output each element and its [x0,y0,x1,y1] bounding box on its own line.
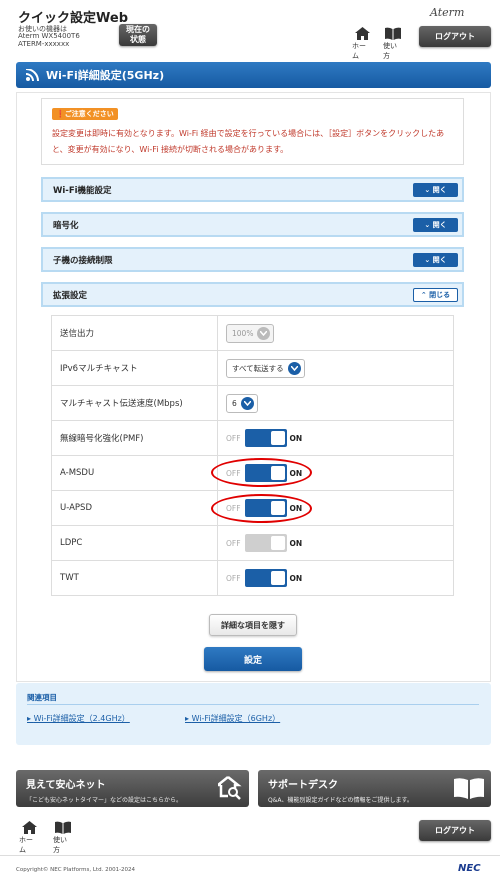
logout-button-bottom[interactable]: ログアウト [419,820,491,841]
help-label: 使い方 [53,836,67,854]
hide-details-button[interactable]: 詳細な項目を隠す [209,614,297,636]
chevron-down-icon: ⌄ [424,256,431,264]
tx-power-select: 100% [226,323,275,343]
section-label: 子機の接続制限 [53,255,113,266]
warning-icon: ❗ [56,110,65,118]
banner-subtitle: 「こども安心ネットタイマー」などの設定はこちらから。 [26,797,183,804]
section-encryption[interactable]: 暗号化 ⌄ 開く [41,212,464,237]
chevron-down-icon [257,326,271,340]
book-icon [385,27,401,40]
section-wifi-function[interactable]: Wi-Fi機能設定 ⌄ 開く [41,177,464,202]
table-row: TWT OFF ON [51,560,454,596]
page-title: Wi-Fi詳細設定(5GHz) [46,69,165,82]
home-label: ホーム [352,42,366,60]
section-extended[interactable]: 拡張設定 ⌃ 閉じる [41,282,464,307]
home-link-footer[interactable]: ホーム [19,821,39,855]
highlight-ring-amsdu [211,458,312,487]
ipv6-multicast-select[interactable]: すべて転送する [226,358,305,378]
toggle-switch[interactable] [244,429,287,447]
help-link-footer[interactable]: 使い方 [53,821,73,855]
logout-button-top[interactable]: ログアウト [419,26,491,47]
section-client-restriction[interactable]: 子機の接続制限 ⌄ 開く [41,247,464,272]
chevron-down-icon [287,361,301,375]
expand-button[interactable]: ⌄ 開く [413,183,458,197]
device-model: Aterm WX5400T6 [18,32,80,40]
toggle-switch [244,534,287,552]
pmf-toggle[interactable]: OFF ON [226,429,302,447]
expand-button[interactable]: ⌄ 開く [413,253,458,267]
related-link-6ghz[interactable]: ▸ Wi-Fi詳細設定（6GHz） [185,713,280,724]
support-desk-banner[interactable]: サポートデスク Q&A、機能別設定ガイドなどの情報をご提供します。 [258,770,491,807]
apply-button[interactable]: 設定 [204,647,302,671]
multicast-rate-select[interactable]: 6 [226,393,258,413]
notice-tag: ❗ご注意ください [52,108,118,120]
expand-button[interactable]: ⌄ 開く [413,218,458,232]
related-title: 関連項目 [27,693,57,702]
home-icon [354,27,370,40]
setting-label: U-APSD [51,490,218,526]
setting-label: TWT [51,560,218,596]
notice-text: 設定変更は即時に有効となります。Wi-Fi 経由で設定を行っている場合には、［設… [52,129,445,154]
section-label: Wi-Fi機能設定 [53,185,112,196]
ldpc-toggle: OFF ON [226,534,302,552]
section-label: 拡張設定 [53,290,88,301]
page-title-bar: Wi-Fi詳細設定(5GHz) [16,62,491,88]
setting-label: 無線暗号化強化(PMF) [51,420,218,456]
nec-logo: NEC [458,863,481,874]
home-search-icon [218,776,242,800]
table-row: 送信出力 100% [51,315,454,351]
help-label: 使い方 [383,42,397,60]
setting-label: LDPC [51,525,218,561]
help-link[interactable]: 使い方 [383,27,403,61]
chevron-up-icon: ⌃ [420,291,427,299]
collapse-button[interactable]: ⌃ 閉じる [413,288,458,302]
wifi-icon [26,69,39,81]
toggle-switch[interactable] [244,569,287,587]
current-status-button[interactable]: 現在の 状態 [119,24,157,46]
book-icon [454,778,484,799]
home-link[interactable]: ホーム [352,27,372,61]
banner-title: 見えて安心ネット [26,780,106,791]
table-row: IPv6マルチキャスト すべて転送する [51,350,454,386]
twt-toggle[interactable]: OFF ON [226,569,302,587]
setting-label: マルチキャスト伝送速度(Mbps) [51,385,218,421]
mieru-anshin-banner[interactable]: 見えて安心ネット 「こども安心ネットタイマー」などの設定はこちらから。 [16,770,249,807]
divider [0,855,500,856]
setting-label: 送信出力 [51,315,218,351]
related-link-24ghz[interactable]: ▸ Wi-Fi詳細設定（2.4GHz） [27,713,130,724]
home-label: ホーム [19,836,33,854]
chevron-down-icon: ⌄ [424,221,431,229]
book-icon [55,821,71,834]
extended-settings-table: 送信出力 100% IPv6マルチキャスト すべて転送する マルチキャスト伝送速… [51,315,454,596]
section-label: 暗号化 [53,220,79,231]
setting-label: A-MSDU [51,455,218,491]
divider [27,704,479,705]
aterm-logo: Aterm [430,6,465,19]
highlight-ring-uapsd [211,494,312,523]
chevron-down-icon: ⌄ [424,186,431,194]
setting-label: IPv6マルチキャスト [51,350,218,386]
table-row: 無線暗号化強化(PMF) OFF ON [51,420,454,456]
device-id: ATERM-xxxxxx [18,40,70,48]
table-row: LDPC OFF ON [51,525,454,561]
copyright: Copyright© NEC Platforms, Ltd. 2001-2024 [16,867,136,873]
chevron-down-icon [240,396,254,410]
table-row: マルチキャスト伝送速度(Mbps) 6 [51,385,454,421]
home-icon [21,821,37,834]
